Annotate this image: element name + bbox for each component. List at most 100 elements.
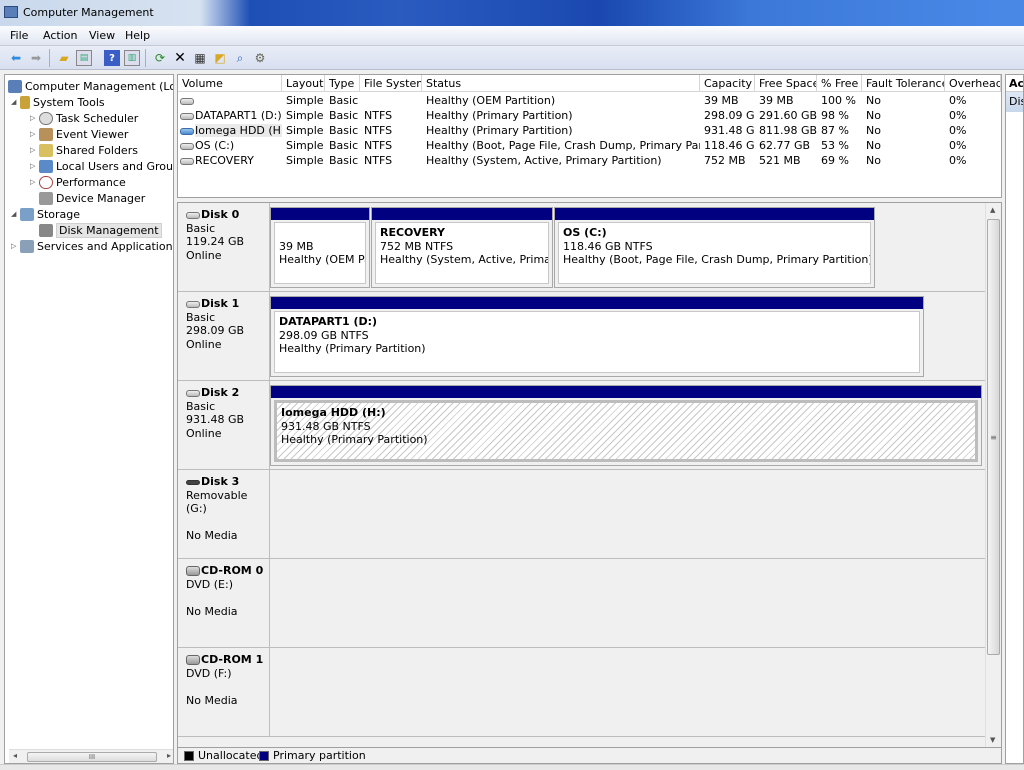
partition-block[interactable]: RECOVERY 752 MB NTFS Healthy (System, Acti… bbox=[371, 207, 553, 288]
partition-block[interactable]: 39 MBHealthy (OEM Part bbox=[270, 207, 370, 288]
cell-capacity: 931.48 GB bbox=[704, 124, 755, 137]
disk-view-vertical-scrollbar[interactable]: ▲ ≡ ▼ bbox=[985, 203, 1001, 747]
expand-icon[interactable]: ▷ bbox=[11, 242, 20, 250]
scrollbar-thumb[interactable]: ≡ bbox=[987, 219, 1000, 655]
cell-free-space: 521 MB bbox=[759, 154, 801, 167]
disk-row: Disk 0 Basic 119.24 GB Online 39 MB Healthy (… bbox=[178, 203, 986, 292]
cell-layout: Simple bbox=[286, 124, 324, 137]
column-percent-free[interactable]: % Free bbox=[817, 75, 862, 92]
partition-size: 118.46 GB NTFS bbox=[563, 239, 653, 253]
table-row[interactable]: Simple Basic Healthy (OEM Partition) 39 MB 3… bbox=[178, 93, 1001, 108]
expand-icon[interactable]: ▷ bbox=[30, 114, 39, 122]
expand-icon[interactable]: ▷ bbox=[30, 162, 39, 170]
cell-type: Basic bbox=[329, 94, 359, 107]
disk-graphical-view: Disk 0 Basic 119.24 GB Online 39 MB Healthy (… bbox=[177, 202, 1002, 748]
partition-status: Healthy (System, Active, Primary Pa bbox=[380, 253, 548, 266]
up-folder-icon[interactable]: ▰ bbox=[56, 50, 72, 66]
column-free-space[interactable]: Free Space bbox=[755, 75, 817, 92]
menu-file[interactable]: File bbox=[10, 29, 28, 42]
disk-size: 931.48 GB bbox=[186, 413, 245, 426]
menu-view[interactable]: View bbox=[89, 29, 115, 42]
column-capacity[interactable]: Capacity bbox=[700, 75, 755, 92]
tree-item-storage[interactable]: ◢ Storage bbox=[11, 206, 80, 222]
disk-label[interactable]: CD-ROM 1 DVD (F:) No Media bbox=[178, 648, 270, 736]
help-icon[interactable]: ? bbox=[104, 50, 120, 66]
actions-item-disk-management[interactable]: Dis bbox=[1006, 92, 1023, 112]
back-arrow-icon[interactable]: ⬅ bbox=[8, 50, 24, 66]
search-icon[interactable]: ⌕ bbox=[232, 50, 248, 66]
actions-pane: Ac Dis bbox=[1005, 74, 1024, 764]
cell-fault-tolerance: No bbox=[866, 109, 881, 122]
table-row[interactable]: OS (C:) Simple Basic NTFS Healthy (Boot, Pag… bbox=[178, 138, 1001, 153]
tree-item-shared-folders[interactable]: ▷ Shared Folders bbox=[30, 142, 138, 158]
scroll-left-icon[interactable]: ◂ bbox=[13, 751, 17, 760]
tree-item-disk-management[interactable]: Disk Management bbox=[39, 222, 162, 238]
menu-action[interactable]: Action bbox=[43, 29, 77, 42]
partition-body: OS (C:) 118.46 GB NTFS Healthy (Boot, Page… bbox=[558, 222, 871, 284]
expand-icon[interactable]: ▷ bbox=[30, 178, 39, 186]
open-icon[interactable]: ◩ bbox=[212, 50, 228, 66]
legend-swatch-unallocated bbox=[184, 751, 194, 761]
disk-label[interactable]: Disk 3 Removable (G:) No Media bbox=[178, 470, 270, 558]
table-row[interactable]: DATAPART1 (D:) Simple Basic NTFS Healthy (Pr… bbox=[178, 108, 1001, 123]
column-volume[interactable]: Volume bbox=[178, 75, 282, 92]
tree-horizontal-scrollbar[interactable]: ◂ III ▸ bbox=[9, 749, 173, 763]
collapse-icon[interactable]: ◢ bbox=[11, 98, 20, 106]
column-status[interactable]: Status bbox=[422, 75, 700, 92]
forward-arrow-icon[interactable]: ➡ bbox=[28, 50, 44, 66]
partition-body: 39 MBHealthy (OEM Part bbox=[274, 222, 366, 284]
disk-type: DVD (F:) bbox=[186, 666, 232, 680]
disk-status: No Media bbox=[186, 693, 238, 707]
partition-block[interactable]: DATAPART1 (D:) 298.09 GB NTFS Healthy (Pri… bbox=[270, 296, 924, 377]
tree-item-performance[interactable]: ▷ Performance bbox=[30, 174, 126, 190]
volume-icon bbox=[180, 112, 194, 120]
cell-fault-tolerance: No bbox=[866, 124, 881, 137]
cell-overhead: 0% bbox=[949, 139, 967, 152]
show-hide-action-pane-icon[interactable]: ▥ bbox=[124, 50, 140, 66]
disk-name: Disk 2 bbox=[201, 386, 240, 399]
volume-name: RECOVERY bbox=[195, 154, 254, 167]
disk-label[interactable]: Disk 2 Basic 931.48 GB Online bbox=[178, 381, 270, 469]
tree-item-services-applications[interactable]: ▷ Services and Applications bbox=[11, 238, 173, 254]
disk-label[interactable]: CD-ROM 0 DVD (E:) No Media bbox=[178, 559, 270, 647]
show-hide-console-tree-icon[interactable]: ▤ bbox=[76, 50, 92, 66]
cell-free-space: 291.60 GB bbox=[759, 109, 817, 122]
cell-capacity: 118.46 GB bbox=[704, 139, 755, 152]
volume-icon bbox=[180, 97, 194, 105]
refresh-icon[interactable]: ⟳ bbox=[152, 50, 168, 66]
delete-icon[interactable]: ✕ bbox=[172, 50, 188, 66]
properties-icon[interactable]: ▦ bbox=[192, 50, 208, 66]
expand-icon[interactable]: ▷ bbox=[30, 146, 39, 154]
expand-icon[interactable]: ▷ bbox=[30, 130, 39, 138]
menu-help[interactable]: Help bbox=[125, 29, 150, 42]
column-overhead[interactable]: Overhead bbox=[945, 75, 1001, 92]
partition-block[interactable]: OS (C:) 118.46 GB NTFS Healthy (Boot, Page… bbox=[554, 207, 875, 288]
disk-label[interactable]: Disk 0 Basic 119.24 GB Online bbox=[178, 203, 270, 291]
tree-item-system-tools[interactable]: ◢ System Tools bbox=[11, 94, 105, 110]
tree-item-computer-management[interactable]: Computer Management (Local bbox=[8, 78, 173, 94]
cell-fault-tolerance: No bbox=[866, 94, 881, 107]
disk-name: CD-ROM 1 bbox=[201, 653, 264, 666]
column-type[interactable]: Type bbox=[325, 75, 360, 92]
cell-overhead: 0% bbox=[949, 94, 967, 107]
scroll-up-icon[interactable]: ▲ bbox=[990, 206, 995, 214]
tree-item-local-users-groups[interactable]: ▷ Local Users and Groups bbox=[30, 158, 173, 174]
scrollbar-thumb[interactable]: III bbox=[27, 752, 157, 762]
partition-block[interactable]: Iomega HDD (H:) 931.48 GB NTFS Healthy (Pr… bbox=[270, 385, 982, 466]
scroll-down-icon[interactable]: ▼ bbox=[990, 736, 995, 744]
column-layout[interactable]: Layout bbox=[282, 75, 325, 92]
column-file-system[interactable]: File System bbox=[360, 75, 422, 92]
table-row[interactable]: Iomega HDD (H:) Simple Basic NTFS Healthy (P… bbox=[178, 123, 1001, 138]
column-fault-tolerance[interactable]: Fault Tolerance bbox=[862, 75, 945, 92]
table-row[interactable]: RECOVERY Simple Basic NTFS Healthy (System, … bbox=[178, 153, 1001, 168]
disk-label[interactable]: Disk 1 Basic 298.09 GB Online bbox=[178, 292, 270, 380]
title-bar: Computer Management bbox=[0, 0, 1024, 26]
collapse-icon[interactable]: ◢ bbox=[11, 210, 20, 218]
cell-volume: Iomega HDD (H:) bbox=[178, 123, 282, 138]
tree-item-device-manager[interactable]: Device Manager bbox=[39, 190, 145, 206]
tree-item-event-viewer[interactable]: ▷ Event Viewer bbox=[30, 126, 128, 142]
tree-item-task-scheduler[interactable]: ▷ Task Scheduler bbox=[30, 110, 138, 126]
settings-icon[interactable]: ⚙ bbox=[252, 50, 268, 66]
scroll-right-icon[interactable]: ▸ bbox=[167, 751, 171, 760]
volume-list-header: Volume Layout Type File System Status Ca… bbox=[178, 75, 1001, 92]
